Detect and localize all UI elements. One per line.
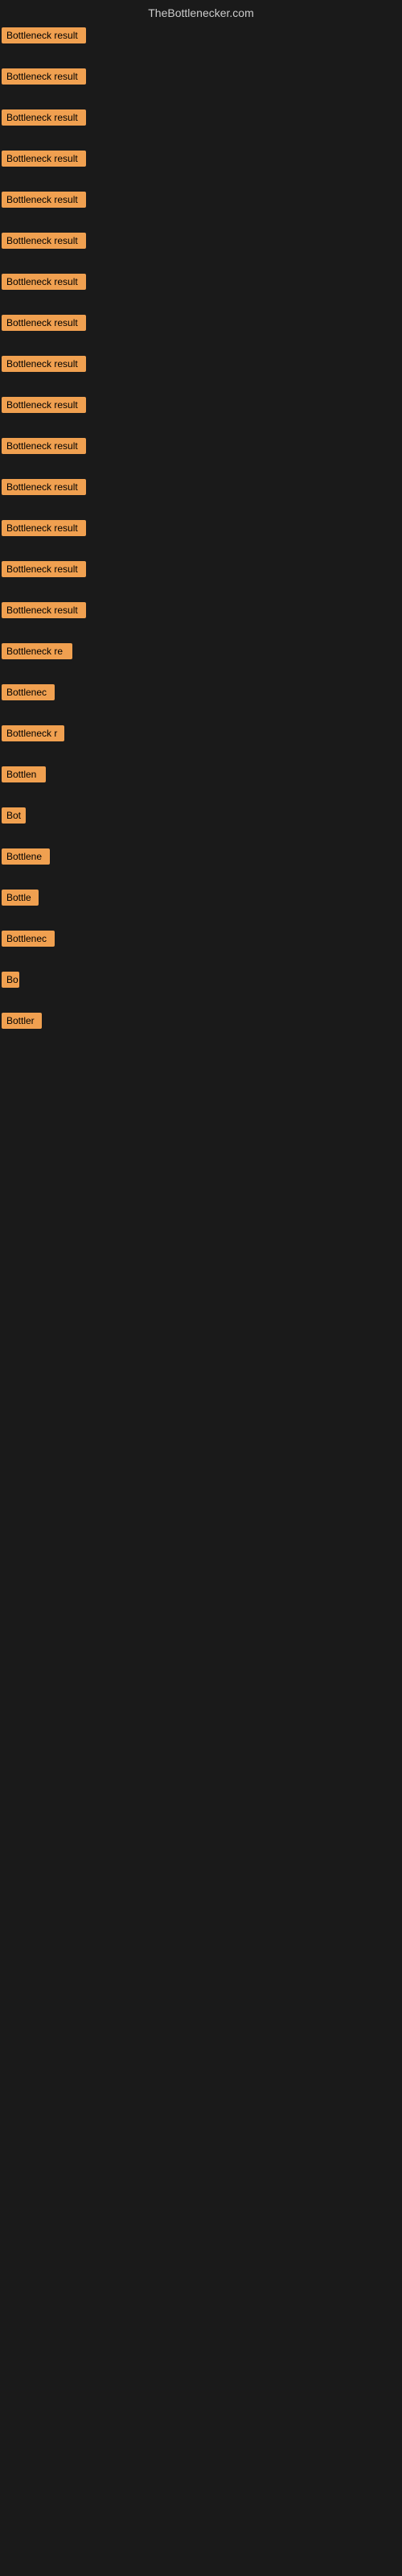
list-item: Bottleneck r xyxy=(0,722,402,749)
list-item: Bottleneck result xyxy=(0,65,402,92)
item-spacer xyxy=(0,954,402,968)
list-item: Bottleneck result xyxy=(0,188,402,215)
list-item: Bottleneck result xyxy=(0,106,402,133)
bottleneck-badge[interactable]: Bo xyxy=(2,972,19,988)
item-spacer xyxy=(0,502,402,517)
list-item: Bottlene xyxy=(0,845,402,872)
list-item: Bottleneck result xyxy=(0,147,402,174)
list-item: Bottleneck result xyxy=(0,353,402,379)
list-item: Bottleneck result xyxy=(0,270,402,297)
list-item: Bottleneck result xyxy=(0,517,402,543)
bottleneck-badge[interactable]: Bottleneck result xyxy=(2,27,86,43)
item-spacer xyxy=(0,92,402,106)
item-spacer xyxy=(0,543,402,558)
item-spacer xyxy=(0,708,402,722)
list-item: Bottlen xyxy=(0,763,402,790)
list-item: Bottleneck re xyxy=(0,640,402,667)
bottleneck-badge[interactable]: Bottleneck result xyxy=(2,192,86,208)
list-item: Bot xyxy=(0,804,402,831)
list-item: Bottlenec xyxy=(0,681,402,708)
list-item: Bottleneck result xyxy=(0,476,402,502)
item-spacer xyxy=(0,256,402,270)
item-spacer xyxy=(0,174,402,188)
bottleneck-badge[interactable]: Bottleneck result xyxy=(2,151,86,167)
bottleneck-badge[interactable]: Bottleneck result xyxy=(2,561,86,577)
item-spacer xyxy=(0,625,402,640)
bottleneck-badge[interactable]: Bottleneck r xyxy=(2,725,64,741)
bottleneck-badge[interactable]: Bottler xyxy=(2,1013,42,1029)
bottleneck-badge[interactable]: Bottleneck result xyxy=(2,274,86,290)
list-item: Bottleneck result xyxy=(0,558,402,584)
item-spacer xyxy=(0,913,402,927)
list-item: Bottleneck result xyxy=(0,312,402,338)
bottleneck-badge[interactable]: Bottleneck result xyxy=(2,356,86,372)
item-spacer xyxy=(0,831,402,845)
bottleneck-badge[interactable]: Bottleneck result xyxy=(2,520,86,536)
list-item: Bottle xyxy=(0,886,402,913)
list-item: Bottler xyxy=(0,1009,402,1036)
bottleneck-badge[interactable]: Bottlen xyxy=(2,766,46,782)
items-container: Bottleneck result Bottleneck result Bottle… xyxy=(0,23,402,1052)
item-spacer xyxy=(0,379,402,394)
bottleneck-badge[interactable]: Bottleneck re xyxy=(2,643,72,659)
item-spacer xyxy=(0,872,402,886)
bottleneck-badge[interactable]: Bottlene xyxy=(2,848,50,865)
list-item: Bottleneck result xyxy=(0,24,402,51)
item-spacer xyxy=(0,215,402,229)
list-item: Bottleneck result xyxy=(0,435,402,461)
item-spacer xyxy=(0,584,402,599)
bottleneck-badge[interactable]: Bottleneck result xyxy=(2,109,86,126)
item-spacer xyxy=(0,667,402,681)
item-spacer xyxy=(0,790,402,804)
bottleneck-badge[interactable]: Bottleneck result xyxy=(2,602,86,618)
item-spacer xyxy=(0,461,402,476)
bottleneck-badge[interactable]: Bot xyxy=(2,807,26,824)
item-spacer xyxy=(0,338,402,353)
bottleneck-badge[interactable]: Bottleneck result xyxy=(2,438,86,454)
bottleneck-badge[interactable]: Bottleneck result xyxy=(2,68,86,85)
item-spacer xyxy=(0,420,402,435)
item-spacer xyxy=(0,297,402,312)
item-spacer xyxy=(0,1036,402,1051)
bottleneck-badge[interactable]: Bottle xyxy=(2,890,39,906)
bottleneck-badge[interactable]: Bottleneck result xyxy=(2,479,86,495)
item-spacer xyxy=(0,995,402,1009)
bottleneck-badge[interactable]: Bottlenec xyxy=(2,931,55,947)
list-item: Bottleneck result xyxy=(0,229,402,256)
site-title: TheBottlenecker.com xyxy=(148,6,254,19)
item-spacer xyxy=(0,51,402,65)
item-spacer xyxy=(0,749,402,763)
list-item: Bottlenec xyxy=(0,927,402,954)
list-item: Bo xyxy=(0,968,402,995)
list-item: Bottleneck result xyxy=(0,599,402,625)
list-item: Bottleneck result xyxy=(0,394,402,420)
bottleneck-badge[interactable]: Bottleneck result xyxy=(2,315,86,331)
bottleneck-badge[interactable]: Bottleneck result xyxy=(2,397,86,413)
site-header: TheBottlenecker.com xyxy=(0,0,402,23)
bottleneck-badge[interactable]: Bottleneck result xyxy=(2,233,86,249)
bottleneck-badge[interactable]: Bottlenec xyxy=(2,684,55,700)
item-spacer xyxy=(0,133,402,147)
